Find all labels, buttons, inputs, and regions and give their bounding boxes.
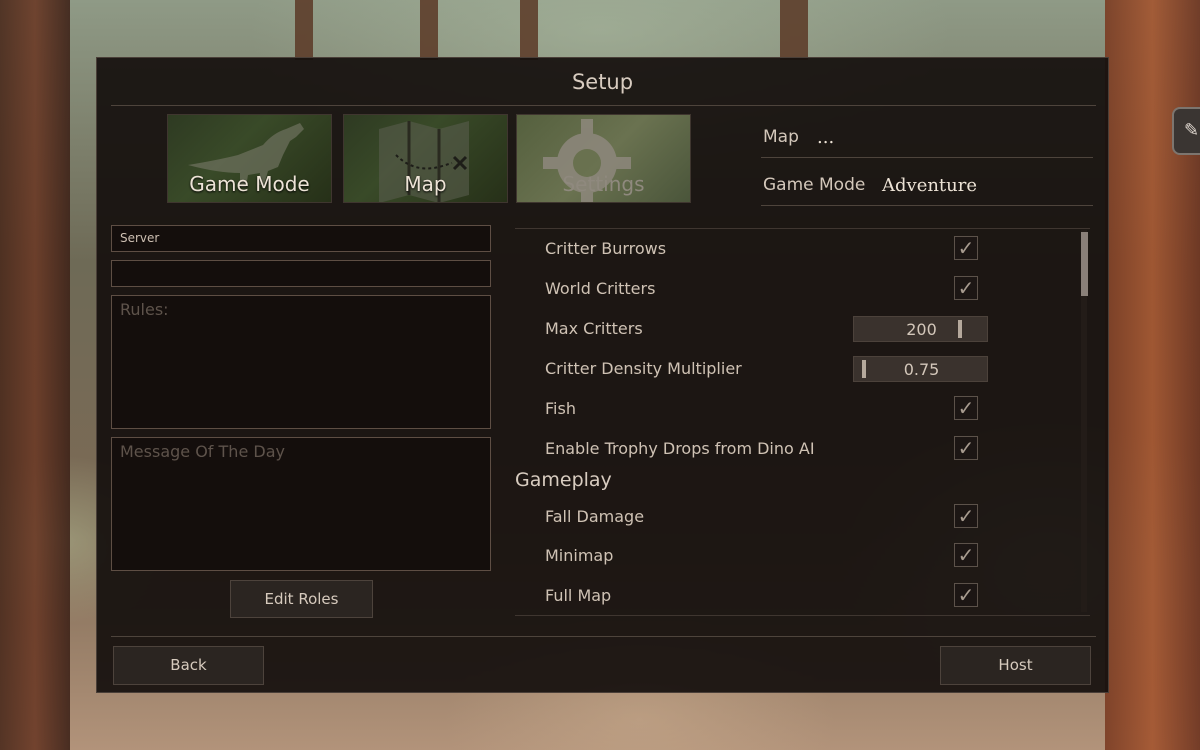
tab-label: Game Mode bbox=[189, 172, 310, 196]
setting-critter-burrows: Critter Burrows ✓ bbox=[515, 231, 1075, 267]
title-divider bbox=[111, 105, 1096, 106]
pencil-icon[interactable]: ✎ bbox=[1172, 107, 1200, 155]
settings-list[interactable]: Critter Burrows ✓ World Critters ✓ Max C… bbox=[515, 228, 1090, 616]
tab-map[interactable]: Map bbox=[343, 114, 508, 203]
setting-label: Full Map bbox=[545, 586, 612, 605]
motd-textarea[interactable]: Message Of The Day bbox=[111, 437, 491, 571]
setting-critter-density: Critter Density Multiplier 0.75 bbox=[515, 351, 1075, 387]
full-map-checkbox[interactable]: ✓ bbox=[954, 583, 978, 607]
critter-burrows-checkbox[interactable]: ✓ bbox=[954, 236, 978, 260]
tab-label: Map bbox=[404, 172, 447, 196]
setting-trophy-drops: Enable Trophy Drops from Dino AI ✓ bbox=[515, 431, 1075, 467]
rules-placeholder: Rules: bbox=[120, 300, 169, 319]
section-header-gameplay: Gameplay bbox=[515, 469, 612, 491]
max-critters-slider[interactable]: 200 bbox=[853, 316, 988, 342]
back-button[interactable]: Back bbox=[113, 646, 264, 685]
footer-divider bbox=[111, 636, 1096, 637]
fish-checkbox[interactable]: ✓ bbox=[954, 396, 978, 420]
setting-label: Critter Burrows bbox=[545, 239, 667, 258]
host-button[interactable]: Host bbox=[940, 646, 1091, 685]
tree-trunk-left bbox=[0, 0, 70, 750]
fall-damage-checkbox[interactable]: ✓ bbox=[954, 504, 978, 528]
setting-minimap: Minimap ✓ bbox=[515, 538, 1075, 574]
setting-label: Critter Density Multiplier bbox=[545, 359, 742, 378]
slider-value: 0.75 bbox=[903, 360, 940, 379]
setting-label: Fish bbox=[545, 399, 576, 418]
edit-roles-button[interactable]: Edit Roles bbox=[230, 580, 373, 618]
page-title: Setup bbox=[571, 70, 634, 94]
tree-trunk-distant bbox=[295, 0, 313, 60]
slider-knob[interactable] bbox=[958, 320, 962, 338]
trophy-drops-checkbox[interactable]: ✓ bbox=[954, 436, 978, 460]
slider-value: 200 bbox=[906, 320, 937, 339]
map-value: ... bbox=[817, 127, 835, 148]
map-label: Map bbox=[763, 127, 799, 147]
motd-placeholder: Message Of The Day bbox=[120, 442, 285, 461]
setting-fall-damage: Fall Damage ✓ bbox=[515, 499, 1075, 535]
server-name-input[interactable]: Server bbox=[111, 225, 491, 252]
setting-label: Minimap bbox=[545, 546, 614, 565]
game-mode-value: Adventure bbox=[882, 175, 978, 196]
tree-trunk-distant bbox=[520, 0, 538, 60]
info-divider bbox=[761, 205, 1093, 206]
setting-full-map: Full Map ✓ bbox=[515, 578, 1075, 614]
tab-label: Settings bbox=[562, 172, 645, 196]
tree-trunk-distant bbox=[420, 0, 438, 60]
scrollbar-thumb[interactable] bbox=[1081, 232, 1088, 296]
tab-game-mode[interactable]: Game Mode bbox=[167, 114, 332, 203]
rules-textarea[interactable]: Rules: bbox=[111, 295, 491, 429]
setting-label: Max Critters bbox=[545, 319, 643, 338]
setting-label: Enable Trophy Drops from Dino AI bbox=[545, 439, 815, 458]
setup-panel: Setup Game Mode Map Settings Map ... Gam… bbox=[96, 57, 1109, 693]
server-password-input[interactable] bbox=[111, 260, 491, 287]
game-mode-label: Game Mode bbox=[763, 175, 866, 195]
minimap-checkbox[interactable]: ✓ bbox=[954, 543, 978, 567]
setting-max-critters: Max Critters 200 bbox=[515, 311, 1075, 347]
tab-settings[interactable]: Settings bbox=[516, 114, 691, 203]
critter-density-slider[interactable]: 0.75 bbox=[853, 356, 988, 382]
setting-fish: Fish ✓ bbox=[515, 391, 1075, 427]
tree-trunk-distant bbox=[780, 0, 808, 60]
setting-label: Fall Damage bbox=[545, 507, 645, 526]
setting-label: World Critters bbox=[545, 279, 656, 298]
info-divider bbox=[761, 157, 1093, 158]
world-critters-checkbox[interactable]: ✓ bbox=[954, 276, 978, 300]
slider-knob[interactable] bbox=[862, 360, 866, 378]
setting-world-critters: World Critters ✓ bbox=[515, 271, 1075, 307]
